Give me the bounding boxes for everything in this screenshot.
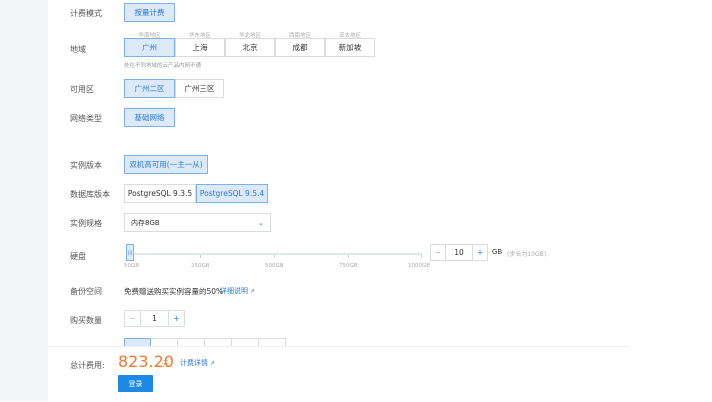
slider-tick-label: 250GB (191, 263, 210, 269)
disk-slider-handle[interactable]: ||| (126, 244, 134, 261)
disk-step-hint: (步长为10GB) (507, 251, 547, 258)
billing-label: 计费模式 (70, 9, 102, 18)
region-option-guangzhou[interactable]: 广州 (124, 38, 175, 57)
slider-tick (421, 255, 422, 258)
region-option-singapore[interactable]: 新加坡 (325, 38, 375, 57)
region-option-beijing[interactable]: 北京 (225, 38, 275, 57)
backup-text: 免费赠送购买实例容量的50% (124, 287, 224, 296)
slider-tick (348, 255, 349, 258)
db-version-option-954[interactable]: PostgreSQL 9.5.4 (196, 184, 268, 203)
external-link-icon: ↗ (208, 360, 215, 367)
slider-tick-label: 500GB (265, 263, 284, 269)
submit-button[interactable]: 登录 (118, 375, 153, 392)
zone-option-guangzhou-2[interactable]: 广州二区 (124, 79, 175, 98)
right-gutter (630, 0, 712, 401)
region-label: 地域 (70, 45, 86, 54)
purchase-form: 计费模式 按量计费 地域 华南地区 华东地区 华北地区 西南地区 亚太地区 广州… (48, 0, 630, 401)
order-footer: 总计费用: 823.20 元 计费详情 ↗ 登录 (48, 346, 630, 402)
spec-label: 实例规格 (70, 219, 102, 228)
slider-tick-label: 50GB (124, 263, 140, 269)
spec-select[interactable]: 内存8GB ⌄ (124, 213, 271, 232)
quantity-stepper: − 1 + (124, 310, 185, 327)
backup-details-link-label: 详细说明 (220, 287, 248, 295)
zone-label: 可用区 (70, 85, 94, 94)
slider-tick-label: 750GB (339, 263, 358, 269)
slider-tick-label: 1000GB (408, 263, 431, 269)
region-option-chengdu[interactable]: 成都 (275, 38, 325, 57)
instance-version-label: 实例版本 (70, 161, 102, 170)
disk-label: 硬盘 (70, 252, 86, 261)
total-label: 总计费用: (70, 361, 105, 370)
external-link-icon: ↗ (248, 288, 255, 295)
disk-unit: GB (492, 248, 503, 256)
region-option-shanghai[interactable]: 上海 (175, 38, 225, 57)
billing-option-pay-as-you-go[interactable]: 按量计费 (124, 3, 175, 22)
db-version-label: 数据库版本 (70, 190, 110, 199)
backup-details-link[interactable]: 详细说明 ↗ (220, 286, 255, 296)
disk-decrement-button[interactable]: − (430, 244, 446, 261)
db-version-option-935[interactable]: PostgreSQL 9.3.5 (124, 184, 196, 203)
instance-version-option-ha[interactable]: 双机高可用(一主一从) (124, 155, 208, 174)
network-option-basic[interactable]: 基础网络 (124, 108, 175, 127)
pricing-details-link[interactable]: 计费详情 ↗ (180, 358, 215, 368)
region-note: 处在不同地域的云产品内网不通 (124, 63, 202, 69)
slider-tick (200, 255, 201, 258)
chevron-down-icon: ⌄ (258, 218, 264, 227)
disk-size-stepper: − 10 + (430, 244, 488, 261)
quantity-input[interactable]: 1 (141, 310, 168, 327)
slider-tick (274, 255, 275, 258)
quantity-label: 购买数量 (70, 316, 102, 325)
zone-option-guangzhou-3[interactable]: 广州三区 (175, 79, 224, 98)
pricing-details-link-label: 计费详情 (180, 359, 208, 367)
left-gutter (0, 0, 48, 401)
quantity-increment-button[interactable]: + (168, 310, 185, 327)
disk-size-input[interactable]: 10 (446, 244, 472, 261)
network-label: 网络类型 (70, 114, 102, 123)
quantity-decrement-button[interactable]: − (124, 310, 141, 327)
spec-select-value: 内存8GB (131, 218, 160, 227)
price-unit: 元 (162, 360, 169, 368)
disk-increment-button[interactable]: + (472, 244, 488, 261)
backup-label: 备份空间 (70, 287, 102, 296)
